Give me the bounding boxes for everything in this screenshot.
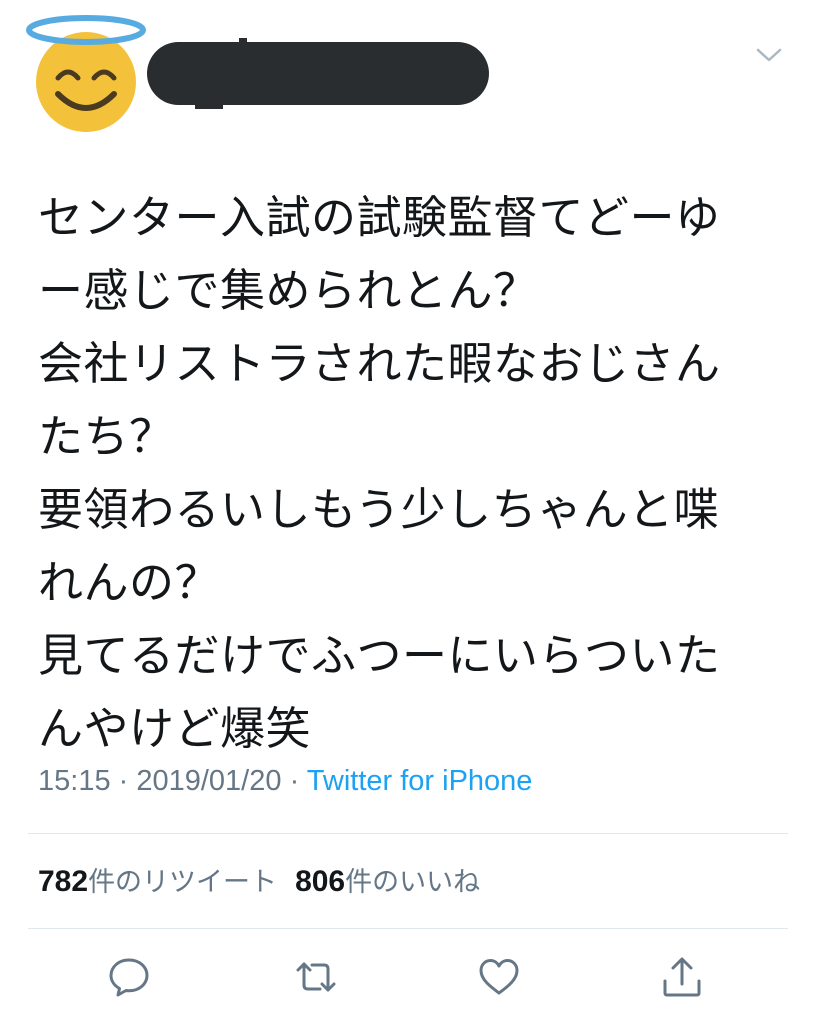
chevron-down-icon	[756, 48, 782, 62]
reply-button[interactable]	[107, 955, 151, 999]
like-button[interactable]	[477, 955, 521, 999]
redaction-mark	[195, 103, 223, 109]
tweet-text: センター入試の試験監督てどーゆ ー感じで集められとん？ 会社リストラされた暇なお…	[38, 181, 788, 765]
tweet-date[interactable]: 2019/01/20	[136, 765, 281, 797]
like-count-label: 件のいいね	[345, 867, 481, 897]
share-icon	[663, 957, 701, 997]
tweet-text-line: センター入試の試験監督てどーゆ	[38, 191, 721, 244]
tweet-source-link[interactable]: Twitter for iPhone	[307, 765, 533, 797]
meta-separator: ·	[110, 765, 137, 797]
tweet-meta: 15:15 · 2019/01/20 · Twitter for iPhone	[38, 762, 532, 800]
smiling-face-with-halo-icon	[26, 15, 146, 132]
share-button[interactable]	[660, 955, 704, 999]
tweet-text-line: たち？	[38, 410, 175, 463]
retweet-count: 782	[38, 865, 89, 898]
heart-icon	[479, 959, 519, 995]
like-count-link[interactable]: 806件のいいね	[295, 865, 481, 898]
tweet-text-line: 見てるだけでふつーにいらついた	[38, 629, 721, 682]
tweet-time[interactable]: 15:15	[38, 765, 111, 797]
tweet-text-line: んやけど爆笑	[38, 702, 312, 755]
meta-separator: ·	[281, 765, 307, 797]
tweet-text-line: 要領わるいしもう少しちゃんと喋	[38, 483, 720, 536]
reply-icon	[109, 958, 149, 997]
tweet-menu-button[interactable]	[755, 45, 783, 65]
retweet-count-link[interactable]: 782件のリツイート	[38, 865, 278, 898]
divider	[28, 928, 788, 929]
tweet-text-line: ー感じで集められとん？	[38, 264, 539, 317]
tweet-stats: 782件のリツイート 806件のいいね	[38, 862, 480, 902]
retweet-button[interactable]	[294, 955, 338, 999]
like-count: 806	[295, 865, 346, 898]
retweet-icon	[296, 962, 336, 992]
redacted-username	[147, 38, 489, 109]
redaction-mark	[239, 38, 247, 44]
avatar[interactable]	[24, 10, 148, 134]
divider	[28, 833, 788, 834]
retweet-count-label: 件のリツイート	[88, 867, 278, 897]
tweet-text-line: 会社リストラされた暇なおじさん	[38, 337, 721, 390]
tweet-text-line: れんの？	[38, 556, 221, 609]
